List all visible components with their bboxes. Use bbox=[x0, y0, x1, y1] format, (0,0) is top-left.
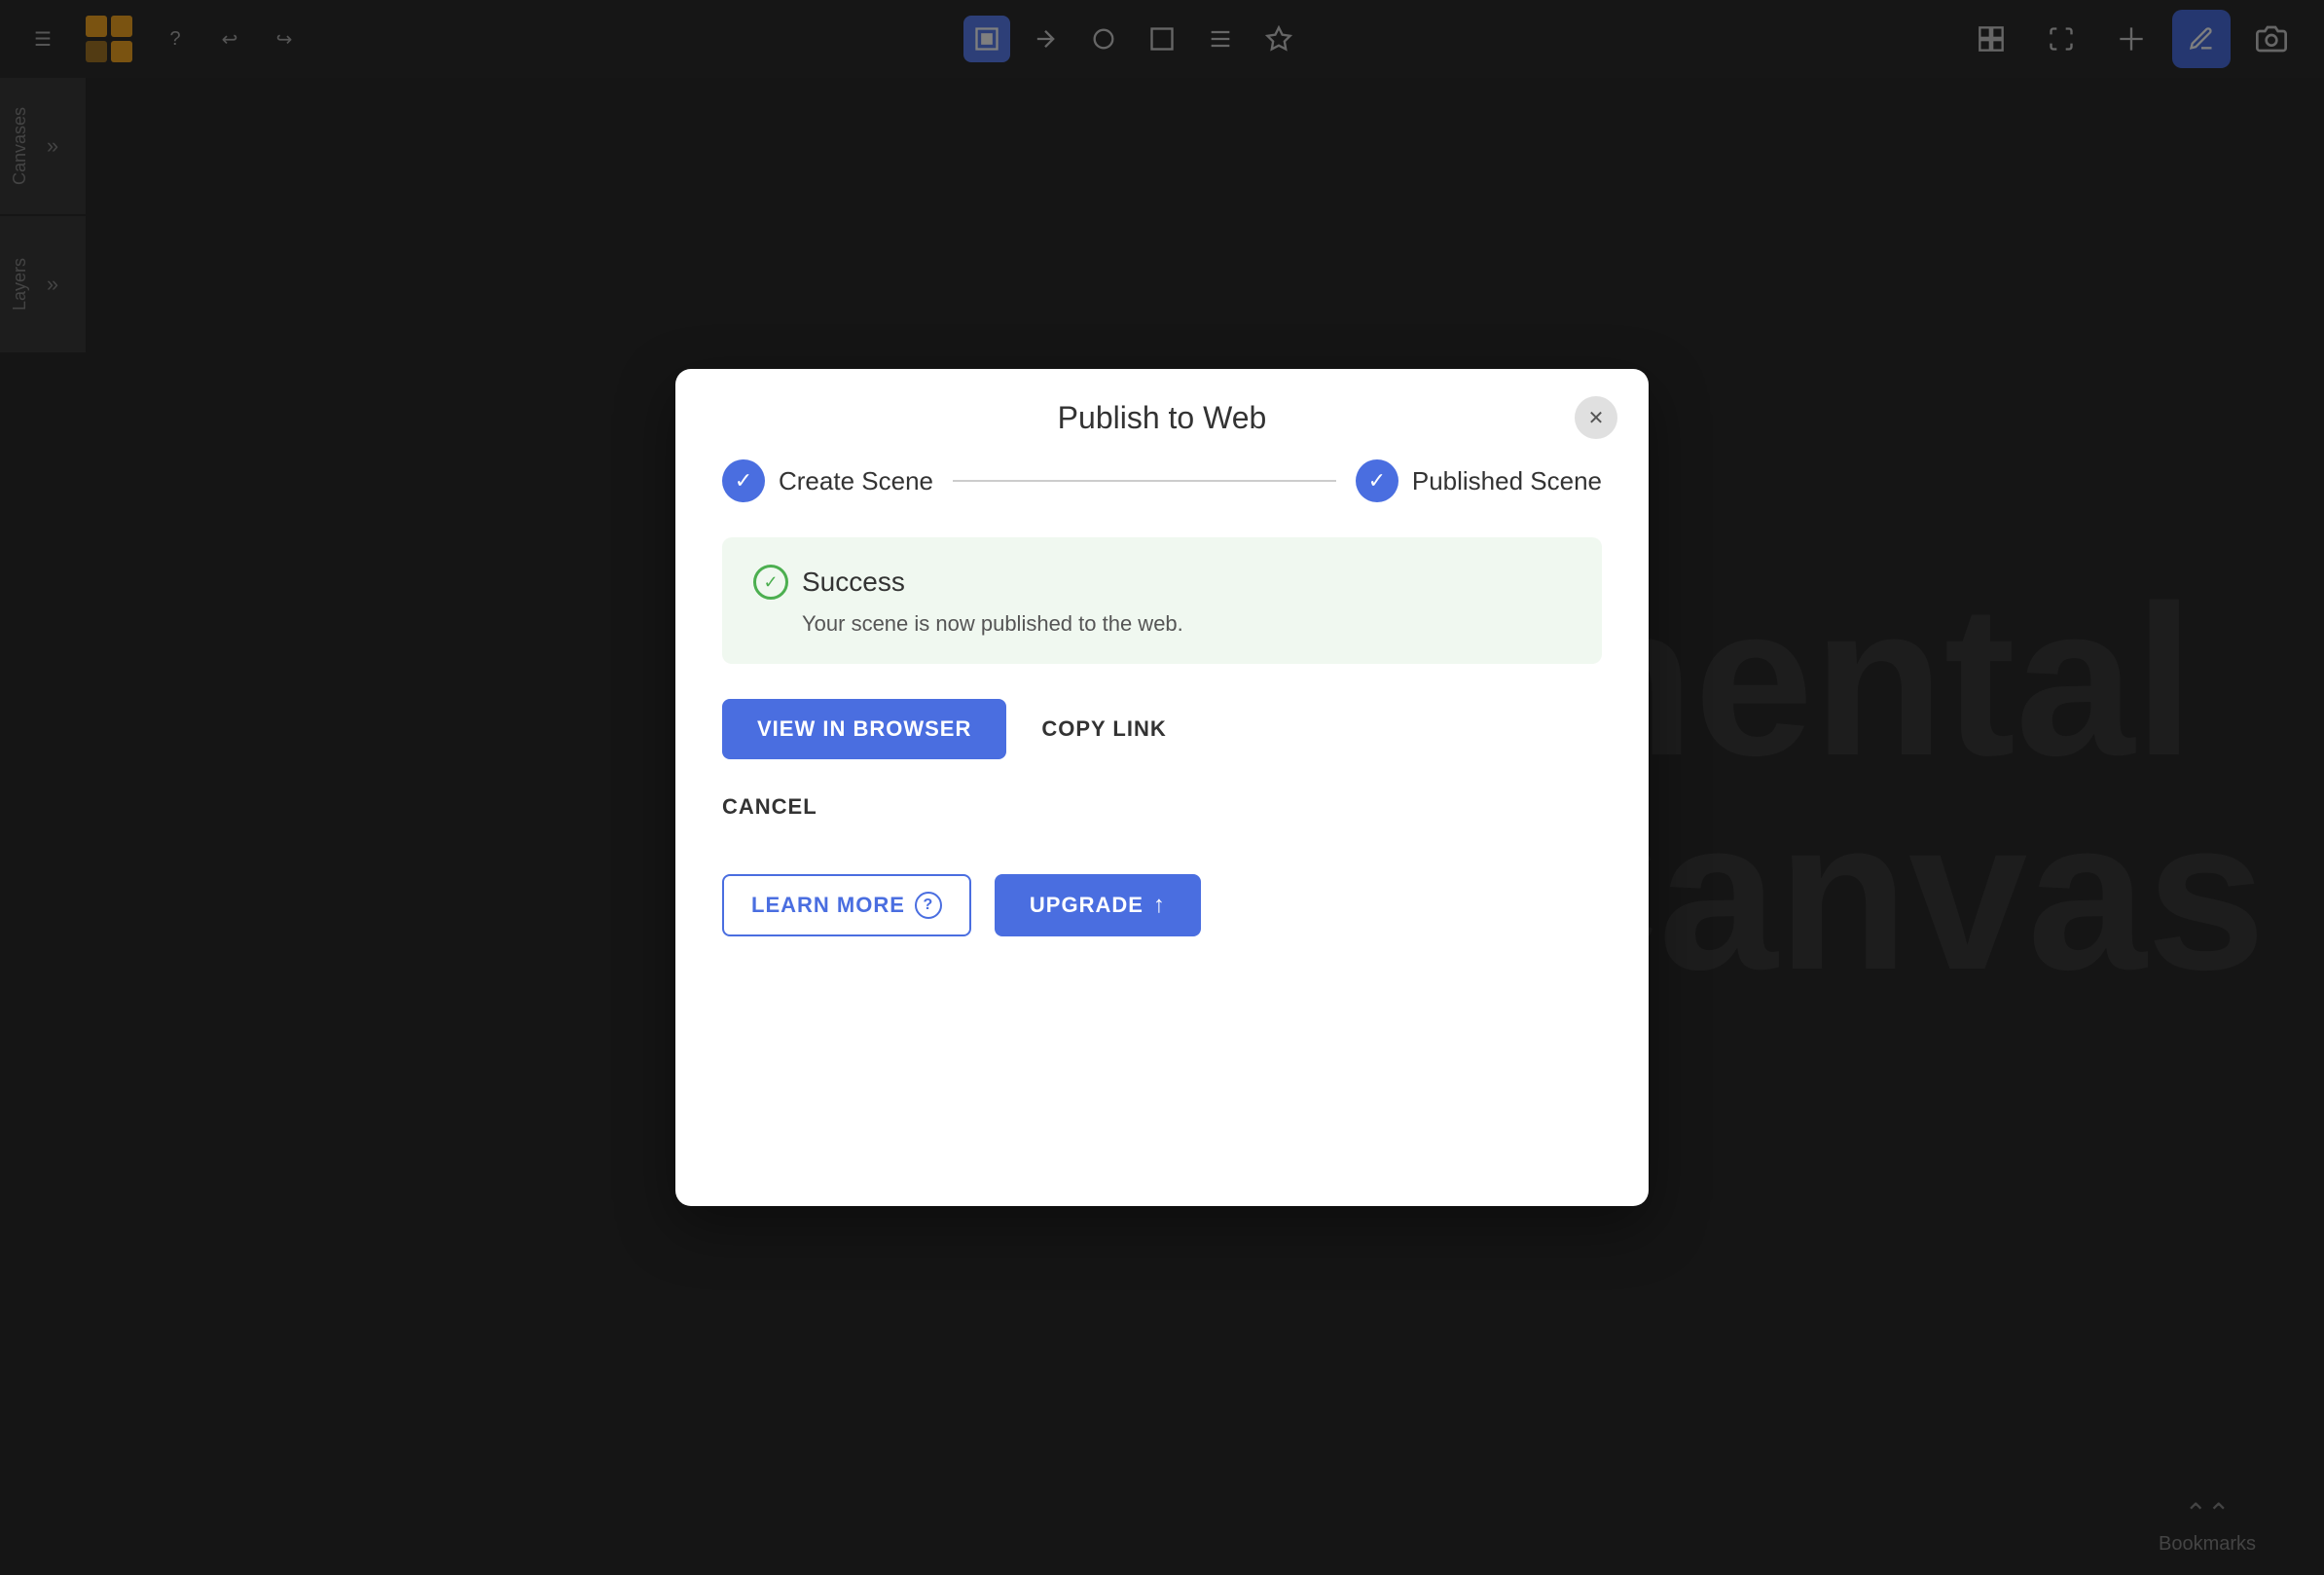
success-header: ✓ Success bbox=[753, 565, 1571, 600]
upgrade-label: UPGRADE bbox=[1030, 893, 1144, 918]
success-description: Your scene is now published to the web. bbox=[802, 611, 1571, 637]
modal-body: ✓ Create Scene ✓ Published Scene ✓ Succe… bbox=[675, 459, 1649, 1206]
copy-link-button[interactable]: COPY LINK bbox=[1034, 699, 1174, 759]
modal-overlay: Publish to Web ✕ ✓ Create Scene ✓ Publis… bbox=[0, 0, 2324, 1575]
modal-header: Publish to Web ✕ bbox=[675, 369, 1649, 459]
step-published-scene: ✓ Published Scene bbox=[1356, 459, 1602, 502]
step-1-label: Create Scene bbox=[779, 466, 933, 496]
learn-more-label: LEARN MORE bbox=[751, 893, 905, 918]
learn-more-button[interactable]: LEARN MORE ? bbox=[722, 874, 971, 936]
steps-row: ✓ Create Scene ✓ Published Scene bbox=[722, 459, 1602, 502]
step-create-scene: ✓ Create Scene bbox=[722, 459, 933, 502]
success-box: ✓ Success Your scene is now published to… bbox=[722, 537, 1602, 664]
step-connector bbox=[953, 480, 1336, 482]
modal-close-button[interactable]: ✕ bbox=[1575, 396, 1617, 439]
success-icon: ✓ bbox=[753, 565, 788, 600]
publish-modal: Publish to Web ✕ ✓ Create Scene ✓ Publis… bbox=[675, 369, 1649, 1206]
learn-more-question-icon: ? bbox=[915, 892, 942, 919]
action-row: VIEW IN BROWSER COPY LINK bbox=[722, 699, 1602, 759]
success-title: Success bbox=[802, 567, 905, 598]
view-in-browser-button[interactable]: VIEW IN BROWSER bbox=[722, 699, 1006, 759]
step-2-check-icon: ✓ bbox=[1356, 459, 1398, 502]
upgrade-button[interactable]: UPGRADE ↑ bbox=[995, 874, 1201, 936]
bottom-row: LEARN MORE ? UPGRADE ↑ bbox=[722, 874, 1602, 936]
cancel-button[interactable]: CANCEL bbox=[722, 787, 817, 827]
step-1-check-icon: ✓ bbox=[722, 459, 765, 502]
cancel-row: CANCEL bbox=[722, 787, 1602, 827]
modal-title: Publish to Web bbox=[1058, 400, 1267, 436]
step-2-label: Published Scene bbox=[1412, 466, 1602, 496]
upgrade-arrow-icon: ↑ bbox=[1153, 892, 1166, 919]
